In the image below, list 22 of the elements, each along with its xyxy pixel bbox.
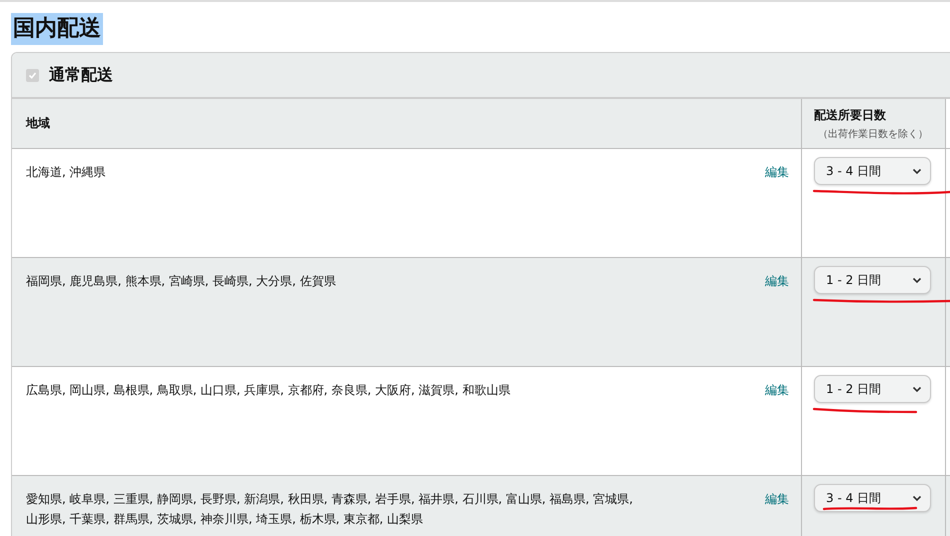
column-header: 配送所要日数 — [814, 106, 887, 124]
edit-link[interactable]: 編集 — [765, 380, 789, 475]
check-icon — [28, 70, 37, 80]
column-note: （出荷作業日数を除く） — [817, 128, 929, 140]
region-list: 福岡県, 鹿児島県, 熊本県, 宮崎県, 長崎県, 大分県, 佐賀県 — [26, 271, 336, 366]
column-header: 地域 — [26, 115, 50, 132]
days-dropdown[interactable]: 1 - 2 日間 — [814, 266, 931, 294]
chevron-down-icon — [912, 494, 922, 502]
edit-link[interactable]: 編集 — [765, 271, 789, 366]
edit-link[interactable]: 編集 — [765, 162, 789, 257]
days-dropdown[interactable]: 3 - 4 日間 — [814, 157, 931, 185]
region-list: 広島県, 岡山県, 島根県, 鳥取県, 山口県, 兵庫県, 京都府, 奈良県, 大阪府, 滋賀県, 和歌山県 — [26, 380, 510, 475]
section-title: 通常配送 — [49, 64, 113, 86]
days-dropdown[interactable]: 3 - 4 日間 — [814, 484, 931, 512]
edit-link[interactable]: 編集 — [765, 489, 789, 536]
region-list: 北海道, 沖縄県 — [26, 162, 106, 257]
region-list: 愛知県, 岐阜県, 三重県, 静岡県, 長野県, 新潟県, 秋田県, 青森県, 岩手県, 福井県, 石川県, 富山県, 福島県, 宮城県, 山形県, 千葉県, 群馬県, 茨城県, 神奈川県, 埼玉県, 栃木県, 東京都, 山梨県 — [26, 489, 636, 536]
chevron-down-icon — [912, 386, 922, 392]
page-title: 国内配送 — [11, 13, 103, 45]
chevron-down-icon — [912, 168, 922, 174]
days-dropdown[interactable]: 1 - 2 日間 — [814, 375, 931, 403]
chevron-down-icon — [912, 276, 922, 284]
